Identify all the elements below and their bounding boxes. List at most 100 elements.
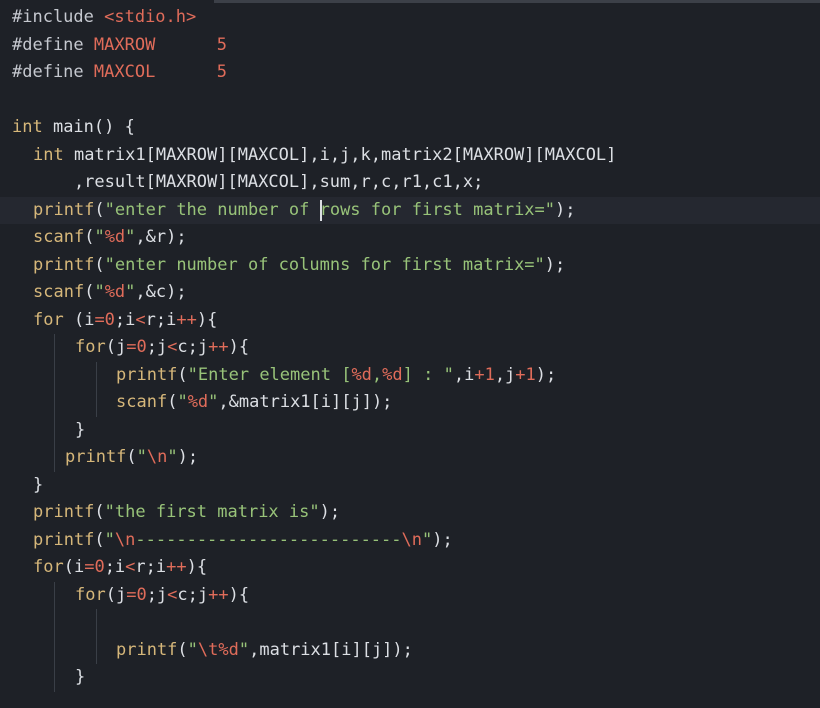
code-token: %d xyxy=(104,282,126,302)
code-token: ;i xyxy=(104,557,126,577)
code-token: ( xyxy=(94,502,105,522)
code-token: printf xyxy=(33,254,95,275)
indent-guide xyxy=(54,416,55,444)
code-token: \n xyxy=(401,529,422,550)
code-token: ); xyxy=(535,364,557,385)
code-text: printf("Enter element [%d,%d] : ",i+1,j+… xyxy=(116,362,556,390)
code-editor[interactable]: #include <stdio.h> #define MAXROW 5 #defin… xyxy=(0,0,820,708)
code-token: ++ xyxy=(208,337,229,357)
indent-guide xyxy=(54,361,55,389)
indent-guide xyxy=(54,636,55,664)
code-token: 5 xyxy=(216,34,227,55)
text-cursor xyxy=(320,199,322,221)
indent-guide xyxy=(96,389,97,417)
code-token: < xyxy=(125,557,136,577)
code-token: ,j xyxy=(494,364,516,385)
code-token: ( xyxy=(84,282,95,302)
code-token: ++ xyxy=(166,557,187,577)
code-line[interactable]: } xyxy=(0,472,820,500)
code-token: \n xyxy=(146,447,168,467)
code-line[interactable]: ,result[MAXROW][MAXCOL],sum,r,c,r1,c1,x; xyxy=(0,169,820,197)
code-text: printf("\n"); xyxy=(65,444,198,472)
code-line[interactable]: printf("enter the number of rows for fir… xyxy=(0,196,820,224)
code-token: #define xyxy=(12,34,94,55)
code-token: =0 xyxy=(84,557,105,577)
code-line[interactable]: #define MAXCOL 5 xyxy=(0,59,820,87)
code-token: ,matrix1[i][j]); xyxy=(249,639,413,660)
code-line[interactable]: printf("enter number of columns for firs… xyxy=(0,252,820,280)
code-token: =0 xyxy=(126,337,147,357)
code-token: scanf xyxy=(33,282,85,302)
code-token: " xyxy=(238,639,250,660)
code-token: ,&matrix1[i][j]); xyxy=(218,392,393,412)
code-line[interactable]: printf("Enter element [%d,%d] : ",i+1,j+… xyxy=(0,361,820,390)
code-text: int matrix1[MAXROW][MAXCOL],i,j,k,matrix… xyxy=(33,142,616,170)
code-token: -------------------------- xyxy=(135,529,402,550)
code-token: ;i xyxy=(114,309,136,330)
indent-guide xyxy=(54,581,55,609)
code-line[interactable]: for (i=0;i<r;i++){ xyxy=(0,307,820,335)
code-line[interactable]: printf("\n--------------------------\n")… xyxy=(0,527,820,555)
code-line[interactable]: printf("\t%d",matrix1[i][j]); xyxy=(0,636,820,665)
code-token: "the first matrix is" xyxy=(104,502,320,522)
code-text: #define MAXCOL 5 xyxy=(12,59,227,87)
code-token: %d xyxy=(351,364,372,385)
code-text: for(j=0;j<c;j++){ xyxy=(75,334,249,362)
indent-guide xyxy=(54,664,55,692)
code-line[interactable]: for(i=0;i<r;i++){ xyxy=(0,554,820,582)
code-text: int main() { xyxy=(12,114,135,142)
code-token: MAXROW xyxy=(93,34,156,55)
code-token: printf xyxy=(116,639,178,660)
code-line[interactable]: } xyxy=(0,664,820,692)
code-token: %d xyxy=(187,392,209,412)
code-token: (j xyxy=(105,584,127,605)
code-token: %d xyxy=(104,227,126,247)
code-line[interactable]: for(j=0;j<c;j++){ xyxy=(0,334,820,362)
code-token: ,i xyxy=(453,364,475,385)
code-line[interactable]: printf("\n"); xyxy=(0,444,820,472)
code-token: (i xyxy=(63,557,85,577)
code-token: ] : " xyxy=(402,364,454,385)
code-line[interactable]: #include <stdio.h> xyxy=(0,4,820,32)
indent-guide xyxy=(54,444,55,472)
code-token: " xyxy=(125,227,136,247)
code-token: scanf xyxy=(116,392,168,412)
code-token: ){ xyxy=(186,557,208,577)
code-token: printf xyxy=(116,364,178,385)
code-line[interactable]: #define MAXROW 5 xyxy=(0,32,820,60)
code-token: ,&c); xyxy=(135,282,187,302)
code-token: +1 xyxy=(515,364,536,385)
code-text: #include <stdio.h> xyxy=(12,4,196,32)
code-token: %d xyxy=(382,364,403,385)
code-token: ( xyxy=(126,447,137,467)
code-text: ,result[MAXROW][MAXCOL],sum,r,c,r1,c1,x; xyxy=(33,169,483,197)
code-token: ,result[MAXROW][MAXCOL],sum,r,c,r1,c1,x; xyxy=(33,172,484,192)
code-line[interactable]: int matrix1[MAXROW][MAXCOL],i,j,k,matrix… xyxy=(0,142,820,170)
code-line[interactable]: } xyxy=(0,416,820,444)
code-line[interactable] xyxy=(0,609,820,637)
code-text: printf("the first matrix is"); xyxy=(33,499,340,527)
code-text: printf("\t%d",matrix1[i][j]); xyxy=(116,637,413,665)
code-token: ++ xyxy=(176,309,197,330)
code-token: \n xyxy=(114,529,136,550)
code-line[interactable]: scanf("%d",&c); xyxy=(0,279,820,307)
code-text: #define MAXROW 5 xyxy=(12,32,227,60)
code-token: ( xyxy=(84,227,95,247)
code-token: ){ xyxy=(228,584,250,605)
code-token: " xyxy=(94,282,105,302)
code-text: for(i=0;i<r;i++){ xyxy=(33,554,207,582)
code-token: "enter the number of rows for first matr… xyxy=(104,199,556,220)
code-token: c;j xyxy=(177,584,209,605)
code-line[interactable]: int main() { xyxy=(0,114,820,142)
code-token: for xyxy=(33,309,74,330)
code-token: } xyxy=(75,419,86,440)
code-line[interactable]: for(j=0;j<c;j++){ xyxy=(0,581,820,609)
code-line[interactable] xyxy=(0,87,820,115)
code-token: r;i xyxy=(135,557,167,577)
code-line[interactable]: scanf("%d",&matrix1[i][j]); xyxy=(0,389,820,417)
code-line[interactable]: printf("the first matrix is"); xyxy=(0,499,820,527)
code-token: int xyxy=(33,144,74,165)
code-token: main() { xyxy=(52,117,135,137)
code-line[interactable]: scanf("%d",&r); xyxy=(0,224,820,252)
